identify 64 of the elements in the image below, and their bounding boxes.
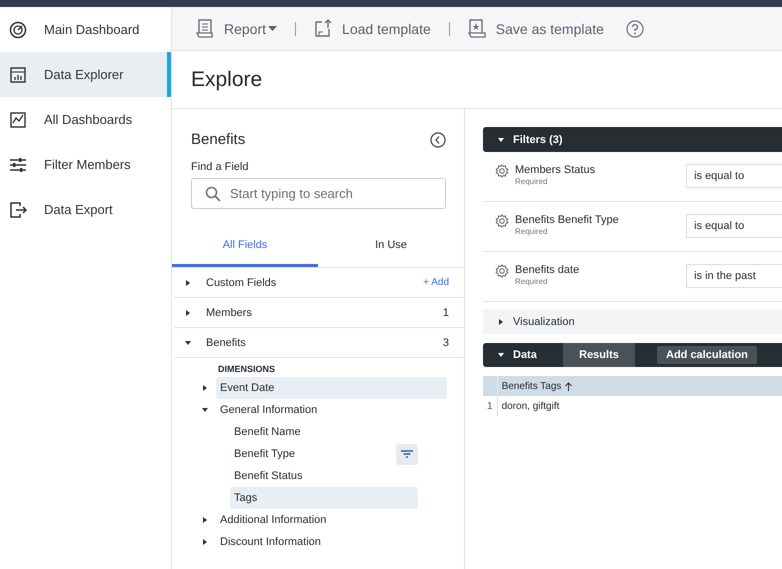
filters-header[interactable]: Filters (3)	[483, 127, 782, 152]
sidebar-item[interactable]: All Dashboards	[0, 97, 171, 142]
section-heading: DIMENSIONS	[218, 364, 276, 374]
filter-name: Benefits date	[515, 264, 580, 276]
field-item[interactable]: Additional Information	[216, 509, 447, 531]
table-cell: doron, giftgift	[497, 396, 782, 416]
caret-icon	[268, 26, 278, 31]
toolbar-button[interactable]: Report	[192, 19, 282, 38]
filter-name: Members Status	[515, 164, 596, 176]
field-label: Find a Field	[191, 161, 250, 173]
field-item[interactable]: General Information	[216, 399, 447, 421]
required-note: Required	[515, 177, 548, 186]
export-icon	[9, 200, 27, 218]
page-title: Explore	[172, 51, 782, 109]
sidebar-item[interactable]: Data Explorer	[0, 52, 171, 97]
operator-dropdown[interactable]: is in the past	[686, 264, 782, 288]
panel-title: Benefits	[191, 131, 246, 148]
gear-icon	[495, 264, 509, 278]
row-number: 1	[483, 396, 498, 416]
field-group[interactable]: Members 1	[174, 298, 464, 328]
field-count: 1	[442, 306, 449, 318]
sidebar-item[interactable]: Main Dashboard	[0, 7, 171, 52]
field-count: 3	[442, 336, 449, 348]
add-calculation-button[interactable]: Add calculation	[657, 346, 757, 364]
operator-dropdown[interactable]: is equal to	[686, 164, 782, 188]
tab[interactable]: Results	[563, 343, 635, 367]
gauge-icon	[9, 20, 27, 38]
search-field[interactable]: Start typing to search	[191, 178, 446, 209]
gear-icon	[495, 214, 509, 228]
tab[interactable]: All Fields	[172, 226, 318, 267]
search-icon	[205, 186, 221, 202]
field-item[interactable]: Benefit Type	[230, 443, 389, 465]
sidebar-item[interactable]: Filter Members	[0, 142, 171, 187]
field-item[interactable]: Event Date	[216, 377, 447, 399]
field-group[interactable]: Benefits 3	[174, 328, 464, 358]
gear-icon	[495, 164, 509, 178]
chart-grid-icon	[9, 110, 27, 128]
help-icon[interactable]	[626, 20, 644, 38]
operator-dropdown[interactable]: is equal to	[686, 214, 782, 238]
field-group[interactable]: Custom Fields + Add	[174, 268, 464, 298]
bar-chart-icon	[9, 66, 27, 84]
history-icon[interactable]	[430, 132, 446, 148]
toolbar-button[interactable]: Save as template	[464, 19, 608, 38]
field-item[interactable]: Benefit Name	[230, 421, 418, 443]
required-note: Required	[515, 227, 548, 236]
required-note: Required	[515, 277, 548, 286]
filter-button[interactable]	[396, 444, 418, 464]
sort-up-icon	[565, 382, 572, 390]
upload-template-icon	[314, 19, 332, 38]
toolbar-button[interactable]: Load template	[310, 19, 435, 38]
field-item[interactable]: Discount Information	[216, 531, 447, 553]
data-header[interactable]: Data	[483, 349, 563, 361]
sliders-icon	[9, 156, 27, 174]
star-template-icon	[468, 19, 486, 38]
add-link[interactable]: + Add	[423, 277, 449, 288]
column-header[interactable]: Benefits Tags	[497, 376, 782, 396]
filter-icon	[401, 450, 413, 458]
filter-name: Benefits Benefit Type	[515, 214, 620, 226]
visualization-header[interactable]: Visualization	[483, 309, 782, 334]
field-item[interactable]: Benefit Status	[230, 465, 418, 487]
field-item[interactable]: Tags	[230, 487, 418, 509]
tab[interactable]: In Use	[318, 226, 464, 267]
document-icon	[196, 19, 214, 38]
sidebar-item[interactable]: Data Export	[0, 187, 171, 232]
